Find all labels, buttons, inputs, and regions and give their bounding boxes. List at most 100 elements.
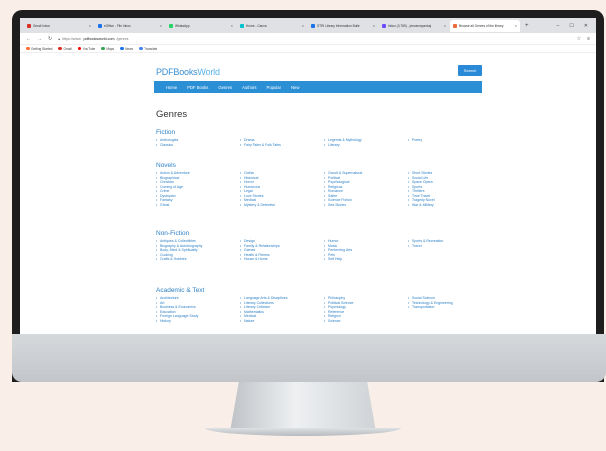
genre-column: Sports & RecreationTravel — [408, 239, 486, 262]
screen: Gmail Inbox × eOffice - File Inbox × WhatsAp… — [20, 18, 596, 342]
bookmark-star-icon[interactable]: ☆ — [577, 36, 581, 42]
bookmark-favicon-icon — [26, 46, 30, 51]
browser-tab[interactable]: WhatsApp × — [166, 20, 236, 32]
bookmark-label: Gmail — [63, 46, 72, 51]
genre-link[interactable]: Travel — [408, 244, 486, 249]
tab-close-icon[interactable]: × — [231, 23, 233, 28]
menu-icon[interactable]: ≡ — [587, 36, 590, 42]
tab-bar: Gmail Inbox × eOffice - File Inbox × WhatsAp… — [20, 18, 596, 33]
bookmark-favicon-icon — [120, 46, 124, 51]
tab-close-icon[interactable]: × — [89, 23, 91, 28]
genre-column: Social ScienceTechnology & EngineeringTr… — [408, 296, 486, 323]
url-prefix: https://www. — [62, 36, 82, 41]
maximize-icon[interactable]: ☐ — [569, 23, 573, 29]
bookmark-label: Translate — [144, 46, 158, 51]
bookmarks-bar: Getting Started Gmail YouTube Maps News Trans… — [20, 45, 596, 53]
genre-column: Legends & MythologyLiterary — [324, 138, 408, 147]
search-button[interactable]: Search — [458, 65, 482, 76]
address-row: ← → ↻ 🔒︎ https://www. pdfbooksworld.com/g… — [20, 33, 596, 45]
nav-link[interactable]: Popular — [267, 85, 281, 90]
website: PDFBooksWorld Search Home PDF Books Genres… — [20, 53, 596, 342]
tab-label: Home - Canva — [246, 23, 267, 28]
genre-link[interactable]: Classics — [156, 143, 240, 148]
minimize-icon[interactable]: – — [557, 23, 560, 29]
genre-column: Occult & SupernaturalPoliticalPsychologi… — [324, 171, 408, 207]
bookmark-item[interactable]: Maps — [101, 47, 114, 51]
genre-column: ArchitectureArtBusiness & EconomicsEduca… — [156, 296, 240, 323]
tab-close-icon[interactable]: × — [515, 23, 517, 28]
site-navbar: Home PDF Books Genres Authors Popular New — [154, 81, 482, 93]
browser-tab[interactable]: Browse all Genres of the library × — [450, 19, 520, 32]
bookmark-favicon-icon — [77, 46, 82, 51]
monitor-base — [205, 428, 401, 436]
browser-tab[interactable]: Inbox (3,789) - jeevanmpankaj × — [379, 20, 449, 32]
genre-link[interactable]: History — [156, 319, 240, 324]
forward-icon[interactable]: → — [37, 36, 42, 42]
browser-tab[interactable]: Home - Canva × — [237, 20, 307, 32]
genre-link[interactable]: Self Help — [324, 257, 408, 262]
nav-link[interactable]: PDF Books — [187, 85, 208, 90]
nav-link[interactable]: Genres — [218, 85, 232, 90]
genre-column: Language Arts & DisciplinesLiterary Coll… — [240, 296, 324, 323]
nav-link[interactable]: New — [291, 85, 299, 90]
bookmark-label: YouTube — [82, 46, 96, 51]
genre-link[interactable]: Sea Stories — [324, 203, 408, 208]
tab-favicon-icon — [98, 23, 102, 28]
genre-column: Poetry — [408, 138, 486, 147]
close-icon[interactable]: ✕ — [584, 23, 588, 29]
tab-close-icon[interactable]: × — [302, 23, 304, 28]
bookmark-favicon-icon — [101, 46, 105, 51]
genre-column: Short StoriesSocial LifeSpace OperaSport… — [408, 171, 486, 207]
genre-link[interactable]: Science — [324, 319, 408, 324]
bookmark-label: Maps — [106, 46, 115, 51]
bookmark-item[interactable]: YouTube — [77, 46, 96, 51]
genre-link[interactable]: Fairy Tales & Folk Tales — [240, 143, 324, 148]
genre-link[interactable]: Literary — [324, 143, 408, 148]
monitor-chin — [12, 334, 606, 382]
section-title: Fiction — [156, 129, 176, 136]
browser-tab[interactable]: STRI Library Information Bulle × — [308, 20, 378, 32]
site-logo[interactable]: PDFBooksWorld — [156, 67, 220, 77]
lock-icon: 🔒︎ — [58, 36, 61, 41]
window-controls: – ☐ ✕ — [557, 23, 596, 29]
page-title: Genres — [156, 109, 188, 120]
nav-link[interactable]: Home — [166, 85, 177, 90]
reload-icon[interactable]: ↻ — [48, 36, 52, 42]
bookmark-item[interactable]: Translate — [139, 47, 157, 51]
url-path: /genres — [116, 36, 129, 41]
genre-link[interactable]: House & Home — [240, 257, 324, 262]
genre-link[interactable]: Poetry — [408, 138, 486, 143]
browser-tab[interactable]: Gmail Inbox × — [24, 20, 94, 32]
genre-link[interactable]: Nature — [240, 319, 324, 324]
logo-accent: World — [197, 67, 220, 77]
bookmark-item[interactable]: Getting Started — [26, 47, 52, 51]
genre-column: HumorMusicPerforming ArtsPetsSelf Help — [324, 239, 408, 262]
tab-close-icon[interactable]: × — [160, 23, 162, 28]
genre-link[interactable]: Mystery & Detective — [240, 203, 324, 208]
monitor-frame: Gmail Inbox × eOffice - File Inbox × WhatsAp… — [12, 10, 604, 382]
browser-tab[interactable]: eOffice - File Inbox × — [95, 20, 165, 32]
tab-favicon-icon — [27, 23, 31, 28]
bookmark-item[interactable]: Gmail — [58, 46, 72, 51]
tab-label: Browse all Genres of the library — [459, 23, 504, 28]
tab-close-icon[interactable]: × — [373, 23, 375, 28]
back-icon[interactable]: ← — [26, 36, 31, 42]
tab-label: eOffice - File Inbox — [104, 23, 131, 28]
genre-link[interactable]: War & Military — [408, 203, 486, 208]
tab-close-icon[interactable]: × — [444, 23, 446, 28]
genre-column: AnthologiesClassics — [156, 138, 240, 147]
genre-column: DramaFairy Tales & Folk Tales — [240, 138, 324, 147]
genre-link[interactable]: Transportation — [408, 305, 486, 310]
genre-link[interactable]: Crafts & Hobbies — [156, 257, 240, 262]
genre-link[interactable]: Ghost — [156, 203, 240, 208]
tab-label: STRI Library Information Bulle — [317, 23, 360, 28]
tab-favicon-icon — [240, 23, 244, 28]
nav-link[interactable]: Authors — [242, 85, 256, 90]
url-bar[interactable]: 🔒︎ https://www. pdfbooksworld.com/genres — [58, 35, 570, 43]
genre-column: PhilosophyPolitical SciencePsychologyRef… — [324, 296, 408, 323]
url-domain: pdfbooksworld.com — [83, 36, 115, 41]
new-tab-icon[interactable]: + — [525, 23, 529, 29]
section-title: Academic & Text — [156, 287, 205, 294]
genre-column: GothicHistoricalHorrorHumorousLegalLove … — [240, 171, 324, 207]
bookmark-item[interactable]: News — [120, 47, 133, 51]
